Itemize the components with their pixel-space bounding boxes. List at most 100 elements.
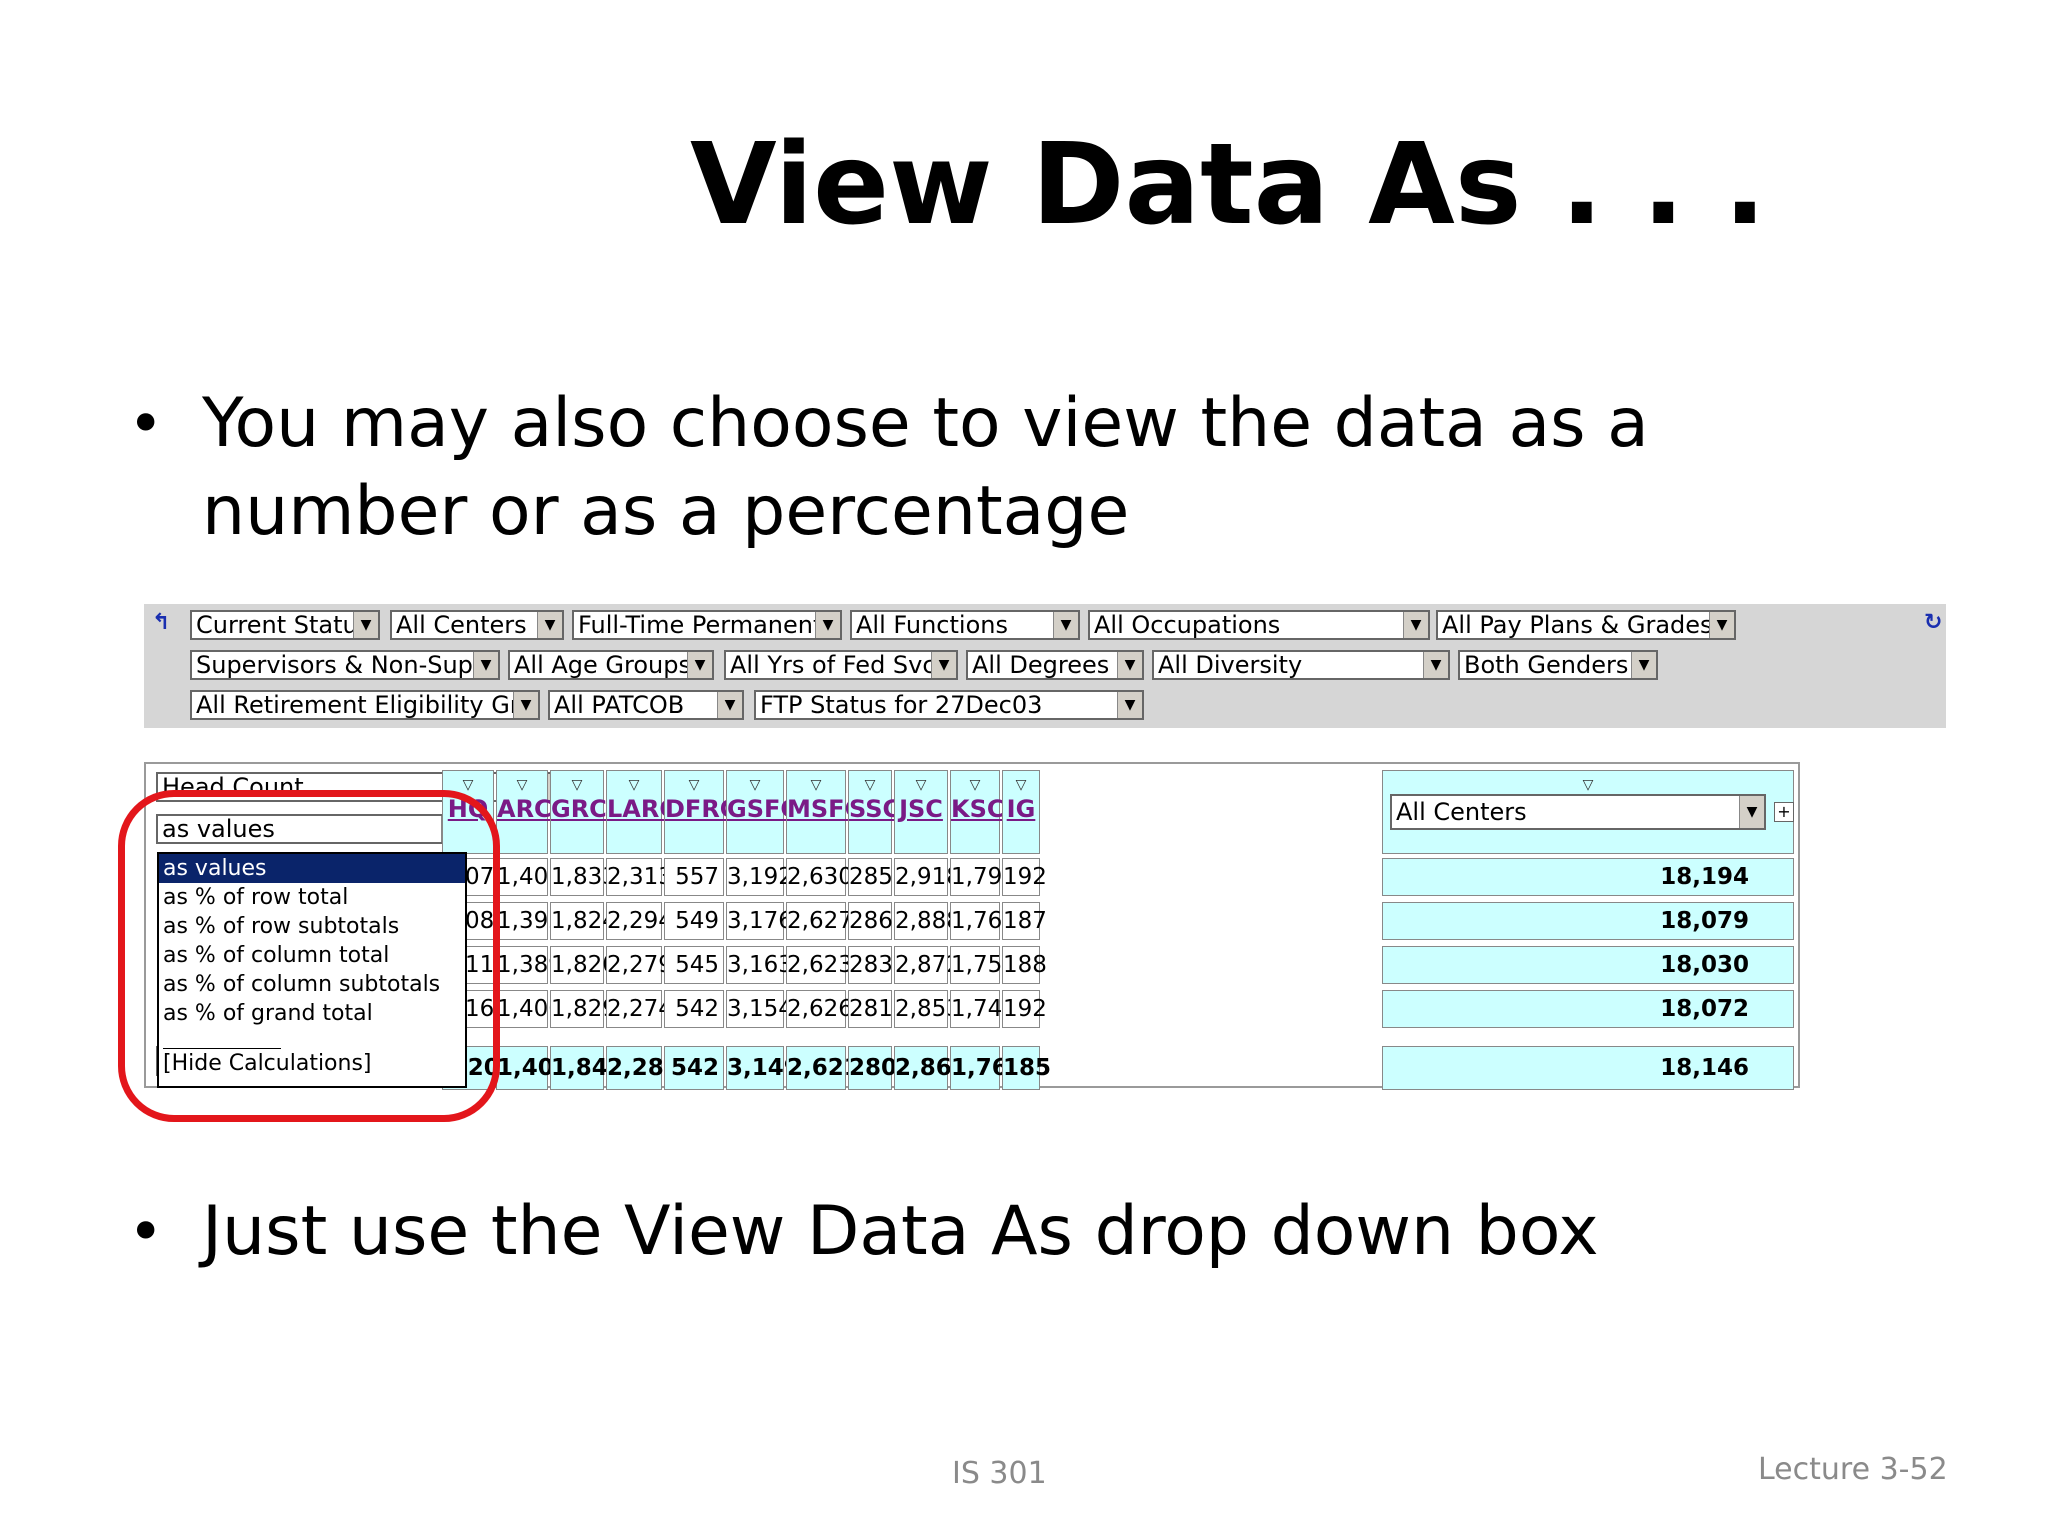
row-total-cell: 18,146 — [1382, 1046, 1794, 1090]
dropdown-arrow-icon: ▼ — [815, 612, 840, 638]
column-link-jsc[interactable]: JSC — [895, 795, 947, 823]
table-cell: 1,768 — [950, 902, 1017, 940]
table-cell: 2,294 — [606, 902, 673, 940]
filter-ftp-status[interactable]: FTP Status for 27Dec03 ▼ — [754, 690, 1144, 720]
total-centers-select[interactable]: All Centers ▼ — [1390, 794, 1766, 830]
table-cell: 557 — [664, 858, 724, 896]
column-link-larc[interactable]: LARC — [607, 795, 677, 823]
table-cell: 2,627 — [786, 902, 853, 940]
filter-diversity[interactable]: All Diversity ▼ — [1152, 650, 1450, 680]
table-cell: 2,866 — [894, 1046, 968, 1090]
dropdown-arrow-icon: ▼ — [1117, 652, 1142, 678]
table-cell: 1,824 — [550, 902, 617, 940]
filter-centers[interactable]: All Centers ▼ — [390, 610, 564, 640]
table-cell: 285 — [848, 858, 893, 896]
sort-triangle-icon[interactable]: ▽ — [497, 777, 547, 793]
row-total-cell: 18,030 — [1382, 946, 1794, 984]
table-cell: 3,154 — [726, 990, 793, 1028]
table-cell: 1,748 — [950, 990, 1017, 1028]
sort-triangle-icon[interactable]: ▽ — [551, 777, 603, 793]
slide-title: View Data As . . . — [690, 120, 1767, 250]
dropdown-arrow-icon: ▼ — [1403, 612, 1428, 638]
column-header-grc: ▽ GRC — [550, 770, 607, 854]
column-header-ig: ▽ IG — [1002, 770, 1040, 854]
table-cell: 1,392 — [496, 902, 563, 940]
table-cell: 1,760 — [950, 1046, 1024, 1090]
row-total-cell: 18,194 — [1382, 858, 1794, 896]
sort-triangle-icon[interactable]: ▽ — [895, 777, 947, 793]
table-cell: 281 — [848, 990, 893, 1028]
footer-slide-number: Lecture 3-52 — [1758, 1452, 1948, 1487]
table-cell: 2,621 — [786, 1046, 860, 1090]
bullet-2: • Just use the View Data As drop down bo… — [128, 1188, 1928, 1276]
sort-triangle-icon[interactable]: ▽ — [1003, 777, 1039, 793]
table-cell: 2,286 — [606, 1046, 680, 1090]
column-link-ksc[interactable]: KSC — [951, 795, 1005, 823]
table-cell: 2,279 — [606, 946, 673, 984]
dropdown-arrow-icon: ▼ — [1631, 652, 1656, 678]
bullet-dot: • — [128, 1197, 164, 1267]
table-cell: 545 — [664, 946, 724, 984]
filter-occupations[interactable]: All Occupations ▼ — [1088, 610, 1430, 640]
back-arrow-icon[interactable]: ↰ — [152, 610, 170, 635]
table-cell: 2,853 — [894, 990, 961, 1028]
filter-genders[interactable]: Both Genders ▼ — [1458, 650, 1658, 680]
column-header-ssc: ▽ SSC — [848, 770, 900, 854]
table-cell: 3,149 — [726, 1046, 800, 1090]
sort-triangle-icon[interactable]: ▽ — [727, 777, 783, 793]
sort-triangle-icon[interactable]: ▽ — [951, 777, 999, 793]
row-total-cell: 18,079 — [1382, 902, 1794, 940]
dropdown-arrow-icon: ▼ — [1423, 652, 1448, 678]
filter-patcob[interactable]: All PATCOB ▼ — [548, 690, 744, 720]
filter-years-service[interactable]: All Yrs of Fed Svc ▼ — [724, 650, 958, 680]
filter-status[interactable]: Current Status ▼ — [190, 610, 380, 640]
sort-triangle-icon[interactable]: ▽ — [607, 777, 661, 793]
column-link-ssc[interactable]: SSC — [849, 795, 900, 823]
expand-plus-icon[interactable]: + — [1774, 802, 1794, 822]
table-cell: 2,918 — [894, 858, 961, 896]
table-cell: 549 — [664, 902, 724, 940]
table-cell: 542 — [664, 990, 724, 1028]
refresh-icon[interactable]: ↻ — [1924, 610, 1942, 635]
table-cell: 1,389 — [496, 946, 563, 984]
dropdown-arrow-icon: ▼ — [473, 652, 498, 678]
dropdown-arrow-icon: ▼ — [537, 612, 562, 638]
table-cell: 2,274 — [606, 990, 673, 1028]
table-cell: 1,820 — [550, 946, 617, 984]
filter-toolbar: ↰ ↻ Current Status ▼ All Centers ▼ Full-Ti… — [144, 604, 1946, 728]
column-header-dfrc: ▽ DFRC — [664, 770, 737, 854]
filter-age-groups[interactable]: All Age Groups ▼ — [508, 650, 714, 680]
filter-employment[interactable]: Full-Time Permanent ▼ — [572, 610, 842, 640]
column-link-dfrc[interactable]: DFRC — [665, 795, 737, 823]
row-total-cell: 18,072 — [1382, 990, 1794, 1028]
table-cell: 2,623 — [786, 946, 853, 984]
dropdown-arrow-icon: ▼ — [1709, 612, 1734, 638]
filter-pay-plans[interactable]: All Pay Plans & Grades ▼ — [1436, 610, 1736, 640]
bullet-1-text: You may also choose to view the data as … — [202, 384, 1649, 551]
sort-triangle-icon[interactable]: ▽ — [1383, 777, 1793, 793]
filter-retirement[interactable]: All Retirement Eligibility Grps ▼ — [190, 690, 540, 720]
filter-supervisors[interactable]: Supervisors & Non-Sup'v ▼ — [190, 650, 500, 680]
column-link-ig[interactable]: IG — [1003, 795, 1039, 823]
filter-functions[interactable]: All Functions ▼ — [850, 610, 1080, 640]
column-link-grc[interactable]: GRC — [551, 795, 607, 823]
column-header-arc: ▽ ARC — [496, 770, 552, 854]
table-cell: 280 — [848, 1046, 897, 1090]
column-header-larc: ▽ LARC — [606, 770, 677, 854]
table-cell: 542 — [664, 1046, 724, 1090]
table-cell: 1,793 — [950, 858, 1017, 896]
table-cell: 192 — [1002, 858, 1047, 896]
column-link-msfc[interactable]: MSFC — [787, 795, 862, 823]
sort-triangle-icon[interactable]: ▽ — [849, 777, 891, 793]
dropdown-arrow-icon: ▼ — [1053, 612, 1078, 638]
column-link-arc[interactable]: ARC — [497, 795, 552, 823]
table-cell: 2,872 — [894, 946, 961, 984]
filter-degrees[interactable]: All Degrees ▼ — [966, 650, 1144, 680]
sort-triangle-icon[interactable]: ▽ — [787, 777, 845, 793]
column-header-jsc: ▽ JSC — [894, 770, 948, 854]
column-header-gsfc: ▽ GSFC — [726, 770, 798, 854]
column-link-gsfc[interactable]: GSFC — [727, 795, 798, 823]
table-cell: 1,829 — [550, 990, 617, 1028]
column-header-ksc: ▽ KSC — [950, 770, 1005, 854]
sort-triangle-icon[interactable]: ▽ — [665, 777, 723, 793]
